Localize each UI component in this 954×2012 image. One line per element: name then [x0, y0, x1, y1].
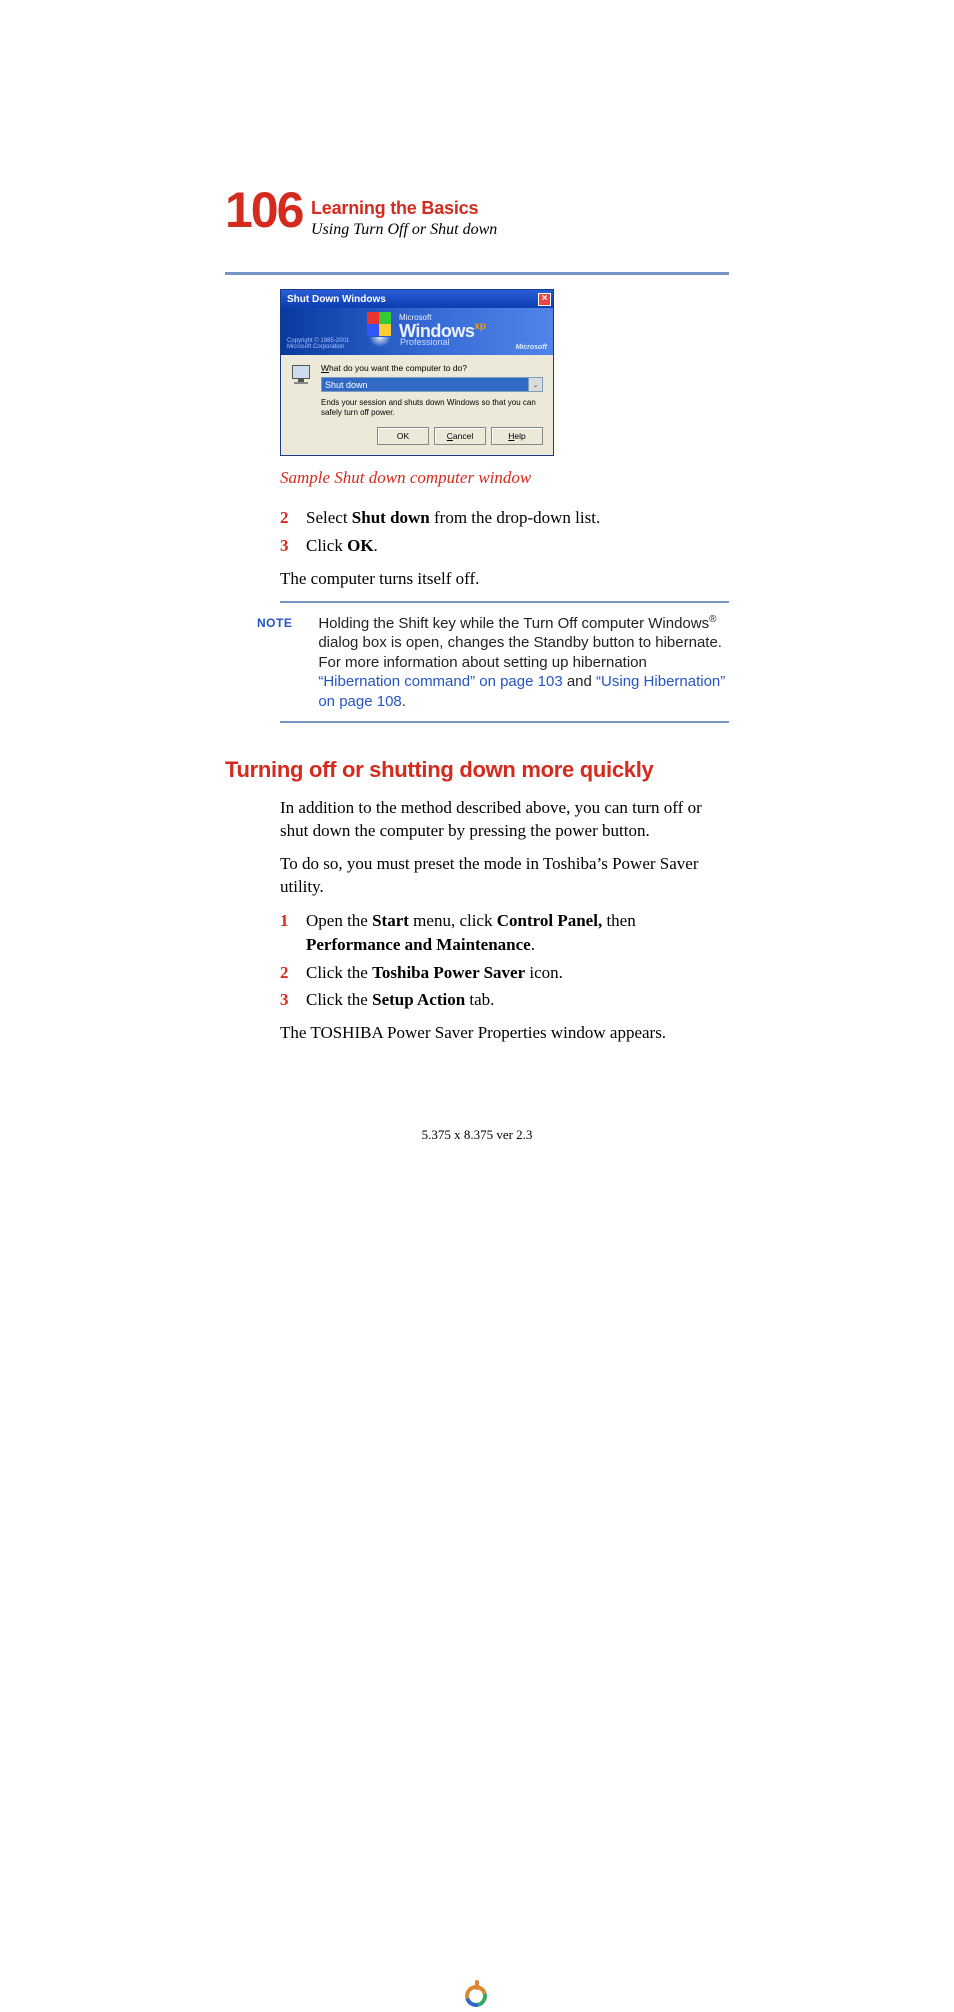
step-body: Open the Start menu, click Control Panel… — [306, 909, 729, 957]
section-body: In addition to the method described abov… — [280, 797, 729, 1045]
dialog-button-row: OK Cancel Help — [291, 427, 543, 445]
step-number: 3 — [280, 988, 306, 1012]
t: menu, click — [409, 911, 497, 930]
t: . — [374, 536, 378, 555]
note-rule-top — [280, 601, 729, 603]
note-label: NOTE — [257, 616, 292, 630]
link-hibernation-command[interactable]: “Hibernation command” on page 103 — [318, 673, 562, 690]
dialog-description: Ends your session and shuts down Windows… — [321, 398, 543, 417]
step-body: Click the Toshiba Power Saver icon. — [306, 961, 729, 985]
step-b1: 1 Open the Start menu, click Control Pan… — [280, 909, 729, 957]
note-body: Holding the Shift key while the Turn Off… — [318, 613, 729, 712]
windows-flag-icon — [367, 312, 395, 346]
step-body: Click OK. — [306, 534, 729, 558]
step-number: 3 — [280, 534, 306, 558]
note-rule-bottom — [280, 721, 729, 723]
dialog-banner: Microsoft Windowsxp Professional Copyrig… — [281, 308, 553, 355]
computer-icon — [291, 365, 311, 385]
banner-text: Microsoft Windowsxp Professional — [399, 314, 486, 347]
help-button[interactable]: Help — [491, 427, 543, 445]
ok-button[interactable]: OK — [377, 427, 429, 445]
note-block: NOTE Holding the Shift key while the Tur… — [257, 613, 729, 712]
t: Holding the Shift key while the Turn Off… — [318, 615, 709, 632]
step-b3: 3 Click the Setup Action tab. — [280, 988, 729, 1012]
bold: Start — [372, 911, 409, 930]
select-value: Shut down — [322, 378, 528, 391]
t: Open the — [306, 911, 372, 930]
bold: Control Panel, — [497, 911, 602, 930]
t: then — [602, 911, 636, 930]
t: from the drop-down list. — [430, 508, 600, 527]
banner-copyright: Copyright © 1985-2001 Microsoft Corporat… — [287, 338, 349, 351]
shutdown-dialog: Shut Down Windows × Microsoft Windowsxp … — [280, 289, 554, 456]
step-body: Select Shut down from the drop-down list… — [306, 506, 729, 530]
t: . — [531, 935, 535, 954]
page-footer: 5.375 x 8.375 ver 2.3 — [0, 1127, 954, 1143]
page-header: 106 Learning the Basics Using Turn Off o… — [225, 195, 729, 250]
t: and — [563, 673, 596, 690]
manual-page: 106 Learning the Basics Using Turn Off o… — [0, 0, 954, 1235]
t: . — [402, 693, 406, 710]
copyright-corp: Microsoft Corporation — [287, 344, 344, 350]
bold: Shut down — [352, 508, 430, 527]
t: Click the — [306, 963, 372, 982]
t: Click the — [306, 990, 372, 1009]
step-number: 2 — [280, 961, 306, 985]
body-paragraph: The computer turns itself off. — [280, 568, 729, 591]
step-number: 1 — [280, 909, 306, 957]
dialog-titlebar: Shut Down Windows × — [281, 290, 553, 308]
bold: Setup Action — [372, 990, 465, 1009]
microsoft-logo: Microsoft — [516, 344, 548, 351]
power-saver-icon — [462, 1982, 492, 2012]
banner-xp: xp — [474, 321, 486, 332]
accel-w: W — [321, 363, 329, 373]
dialog-body: What do you want the computer to do? Shu… — [281, 355, 553, 455]
body-paragraph: In addition to the method described abov… — [280, 797, 729, 843]
bold: Toshiba Power Saver — [372, 963, 525, 982]
bold: Performance and Maintenance — [306, 935, 531, 954]
step-3: 3 Click OK. — [280, 534, 729, 558]
t: dialog box is open, changes the Standby … — [318, 634, 722, 671]
t: Select — [306, 508, 352, 527]
help-rest: elp — [514, 431, 525, 441]
step-body: Click the Setup Action tab. — [306, 988, 729, 1012]
copyright-year: Copyright © 1985-2001 — [287, 338, 349, 344]
step-number: 2 — [280, 506, 306, 530]
cancel-button[interactable]: Cancel — [434, 427, 486, 445]
t: tab. — [465, 990, 494, 1009]
shutdown-select[interactable]: Shut down ⌄ — [321, 377, 543, 392]
dialog-question: What do you want the computer to do? — [321, 363, 543, 373]
figure-caption: Sample Shut down computer window — [280, 468, 729, 488]
bold: OK — [347, 536, 373, 555]
registered-mark: ® — [709, 614, 716, 625]
heading-turning-off: Turning off or shutting down more quickl… — [225, 757, 729, 783]
dialog-title: Shut Down Windows — [287, 294, 386, 305]
section-subtitle: Using Turn Off or Shut down — [311, 221, 497, 239]
chevron-down-icon[interactable]: ⌄ — [528, 378, 542, 391]
body-paragraph: To do so, you must preset the mode in To… — [280, 853, 729, 899]
header-rule — [225, 272, 729, 275]
chapter-title: Learning the Basics — [311, 198, 478, 219]
question-rest: hat do you want the computer to do? — [329, 363, 467, 373]
content-column: Shut Down Windows × Microsoft Windowsxp … — [280, 289, 729, 591]
t: icon. — [525, 963, 563, 982]
page-number: 106 — [225, 181, 302, 239]
body-paragraph: The TOSHIBA Power Saver Properties windo… — [280, 1022, 729, 1045]
step-2: 2 Select Shut down from the drop-down li… — [280, 506, 729, 530]
step-b2: 2 Click the Toshiba Power Saver icon. — [280, 961, 729, 985]
t: Click — [306, 536, 347, 555]
close-icon[interactable]: × — [538, 293, 551, 306]
cancel-rest: ancel — [453, 431, 473, 441]
